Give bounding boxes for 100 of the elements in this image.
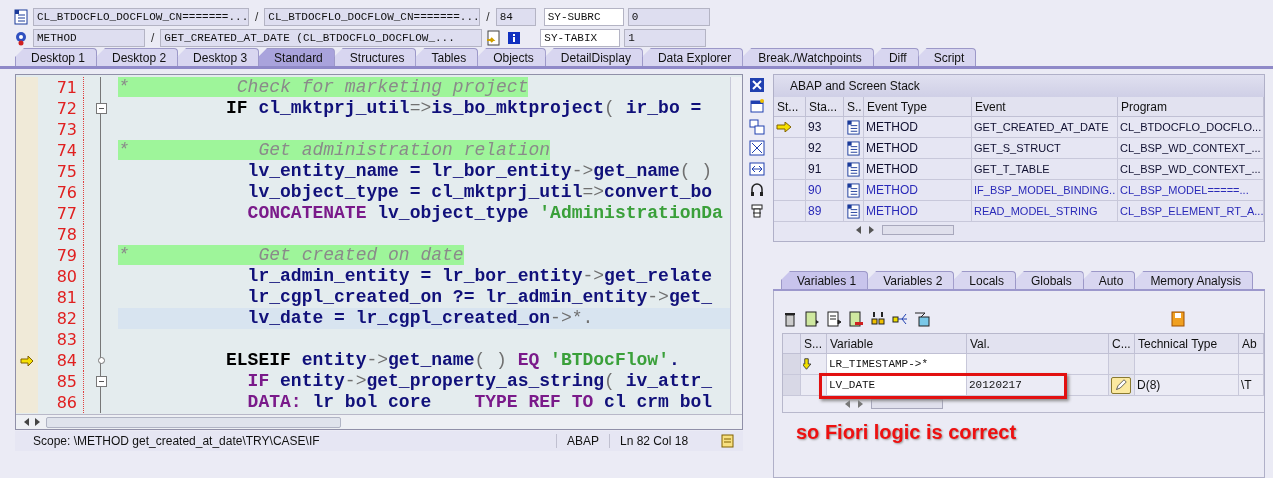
tab[interactable]: Objects [477, 48, 546, 66]
code-line: IF cl_mktprj_util=>is_bo_mktproject( ir_bo = [225, 98, 703, 119]
line-number: 84 [38, 350, 84, 371]
column-header[interactable]: Variable [827, 334, 967, 354]
scroll-left-icon[interactable] [22, 417, 30, 427]
windows-icon[interactable] [749, 119, 765, 135]
collapse-icon[interactable] [95, 376, 107, 387]
tab[interactable]: Variables 2 [867, 271, 955, 289]
tab[interactable]: Structures [333, 48, 417, 66]
line-number: 86 [38, 392, 84, 413]
column-header[interactable]: St... [774, 97, 806, 117]
collapse-icon[interactable] [95, 103, 107, 114]
column-header[interactable]: Technical Type [1135, 334, 1239, 354]
maximize-icon[interactable] [749, 140, 765, 156]
display-field: CL_BTDOCFLO_DOCFLOW_CN=======... [264, 7, 481, 26]
code-line: lv_object_type = cl_mktprj_util=>convert_bo [246, 182, 714, 203]
table-cell [1239, 354, 1264, 375]
tab[interactable]: Variables 1 [781, 271, 869, 289]
document-icon [846, 119, 861, 135]
scroll-right-icon[interactable] [34, 417, 42, 427]
column-header[interactable]: Ab [1239, 334, 1264, 354]
column-header[interactable]: Event Type [864, 97, 972, 117]
scrollbar-thumb[interactable] [871, 399, 943, 409]
tab[interactable]: Desktop 3 [177, 48, 260, 66]
line-number: 73 [38, 119, 84, 140]
filter-icon[interactable] [914, 311, 930, 327]
tab[interactable]: Globals [1015, 271, 1084, 289]
table-cell: D(8) [1135, 375, 1239, 396]
scroll-right-icon[interactable] [868, 225, 876, 235]
display-field: CL_BTDOCFLO_DOCFLOW_CN=======... [33, 7, 249, 26]
table-cell: 90 [806, 180, 844, 201]
document-icon [846, 203, 861, 219]
variable-value: 20120217 [969, 379, 1022, 391]
cursor-position: Ln 82 Col 18 [609, 434, 719, 448]
delete-icon[interactable] [782, 311, 798, 327]
line-number: 79 [38, 245, 84, 266]
table-cell: GET_T_TABLE [972, 159, 1118, 180]
scroll-right-icon[interactable] [857, 399, 865, 409]
code-line: CONCATENATE lv_object_type 'AdministrationDa [246, 203, 724, 224]
tab[interactable]: Script [917, 48, 977, 66]
column-header[interactable]: S.. [844, 97, 864, 117]
tab[interactable]: Diff [872, 48, 919, 66]
resize-icon[interactable] [749, 161, 765, 177]
scrollbar-thumb[interactable] [46, 416, 341, 428]
scrollbar-thumb[interactable] [882, 225, 954, 235]
line-number: 77 [38, 203, 84, 224]
table-cell: CL_BSP_ELEMENT_RT_A... [1118, 201, 1265, 222]
column-header[interactable]: Sta... [806, 97, 844, 117]
system-field-name: SY-SUBRC [543, 7, 624, 26]
variable-name: LV_DATE [829, 379, 876, 391]
separator-slash: / [150, 30, 156, 45]
arrow-icon [20, 355, 34, 366]
info-icon[interactable] [506, 29, 523, 46]
save-icon[interactable] [1170, 311, 1186, 327]
branch-dot-icon [97, 357, 105, 364]
close-icon[interactable] [749, 77, 765, 93]
table-cell: READ_MODEL_STRING [972, 201, 1118, 222]
tab[interactable]: Break./Watchpoints [742, 48, 874, 66]
arrow-icon [776, 122, 792, 132]
headset-icon[interactable] [749, 182, 765, 198]
column-header[interactable]: S... [801, 334, 827, 354]
code-editor[interactable] [15, 74, 743, 430]
branch-icon[interactable] [892, 311, 908, 327]
code-line: lr_admin_entity = lr_bor_entity->get_relate [246, 266, 714, 287]
notes-icon [719, 433, 735, 449]
panel-title: ABAP and Screen Stack [774, 75, 1264, 97]
table-cell: \T [1239, 375, 1264, 396]
tab[interactable]: DetailDisplay [544, 48, 643, 66]
code-line: lr_cgpl_created_on ?= lr_admin_entity->get_ [246, 287, 714, 308]
tab[interactable]: Locals [953, 271, 1016, 289]
column-header[interactable]: Val. [967, 334, 1109, 354]
line-number: 80 [38, 266, 84, 287]
column-header[interactable]: Event [972, 97, 1118, 117]
code-line: IF entity->get_property_as_string( iv_attr_ [246, 371, 714, 392]
tab[interactable]: Desktop 1 [15, 48, 98, 66]
document-remove-icon[interactable] [848, 311, 864, 327]
tab[interactable]: Data Explorer [641, 48, 744, 66]
table-cell: CL_BSP_WD_CONTEXT_... [1118, 159, 1265, 180]
scroll-left-icon[interactable] [854, 225, 862, 235]
column-header[interactable]: C... [1109, 334, 1135, 354]
tab[interactable]: Memory Analysis [1134, 271, 1254, 289]
annotation-text: so Fiori logic is correct [796, 421, 1018, 444]
table-cell: 92 [806, 138, 844, 159]
separator-slash: / [254, 9, 260, 24]
new-window-icon[interactable] [749, 98, 765, 114]
tab[interactable]: Auto [1082, 271, 1136, 289]
tool-icon[interactable] [749, 203, 765, 219]
tab[interactable]: Tables [415, 48, 479, 66]
table-cell: CL_BSP_MODEL=====... [1118, 180, 1265, 201]
vertical-scrollbar[interactable] [730, 77, 742, 414]
table-cell: 89 [806, 201, 844, 222]
line-number: 76 [38, 182, 84, 203]
document-icon [846, 161, 861, 177]
line-number: 85 [38, 371, 84, 392]
tab[interactable]: Standard [258, 48, 335, 66]
scroll-left-icon[interactable] [843, 399, 851, 409]
tab[interactable]: Desktop 2 [96, 48, 179, 66]
column-header[interactable]: Program [1118, 97, 1265, 117]
table-cell: CL_BSP_WD_CONTEXT_... [1118, 138, 1265, 159]
display-field: METHOD [33, 28, 145, 47]
